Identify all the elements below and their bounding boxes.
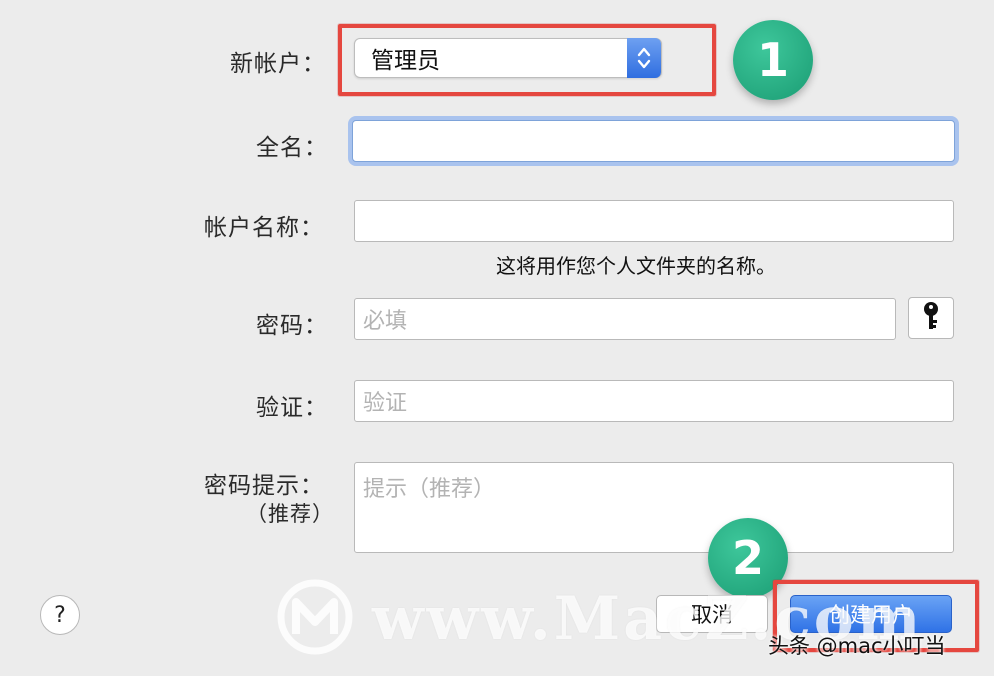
password-hint-label: 密码提示：: [204, 473, 324, 499]
key-icon: [921, 301, 941, 335]
watermark-credit: 头条 @mac小叮当: [768, 634, 946, 658]
annotation-box-account-type: [338, 24, 716, 96]
password-label: 密码：: [256, 313, 328, 339]
verify-label: 验证：: [256, 395, 328, 421]
password-input[interactable]: 必填: [354, 298, 896, 340]
full-name-label: 全名：: [256, 135, 328, 161]
verify-input[interactable]: 验证: [354, 380, 954, 422]
account-name-label: 帐户名称：: [204, 215, 324, 241]
full-name-input[interactable]: [352, 120, 955, 162]
cancel-button[interactable]: 取消: [656, 595, 768, 633]
help-button[interactable]: ?: [40, 595, 80, 635]
account-name-hint: 这将用作您个人文件夹的名称。: [496, 254, 776, 278]
password-hint-input[interactable]: 提示（推荐）: [354, 462, 954, 553]
macz-m-logo-icon: [276, 578, 354, 660]
password-assistant-button[interactable]: [908, 297, 954, 339]
step-badge-1: 1: [733, 20, 813, 100]
account-type-label: 新帐户：: [230, 51, 326, 77]
password-hint-label-sub: （推荐）: [246, 502, 334, 526]
account-name-input[interactable]: [354, 200, 954, 242]
